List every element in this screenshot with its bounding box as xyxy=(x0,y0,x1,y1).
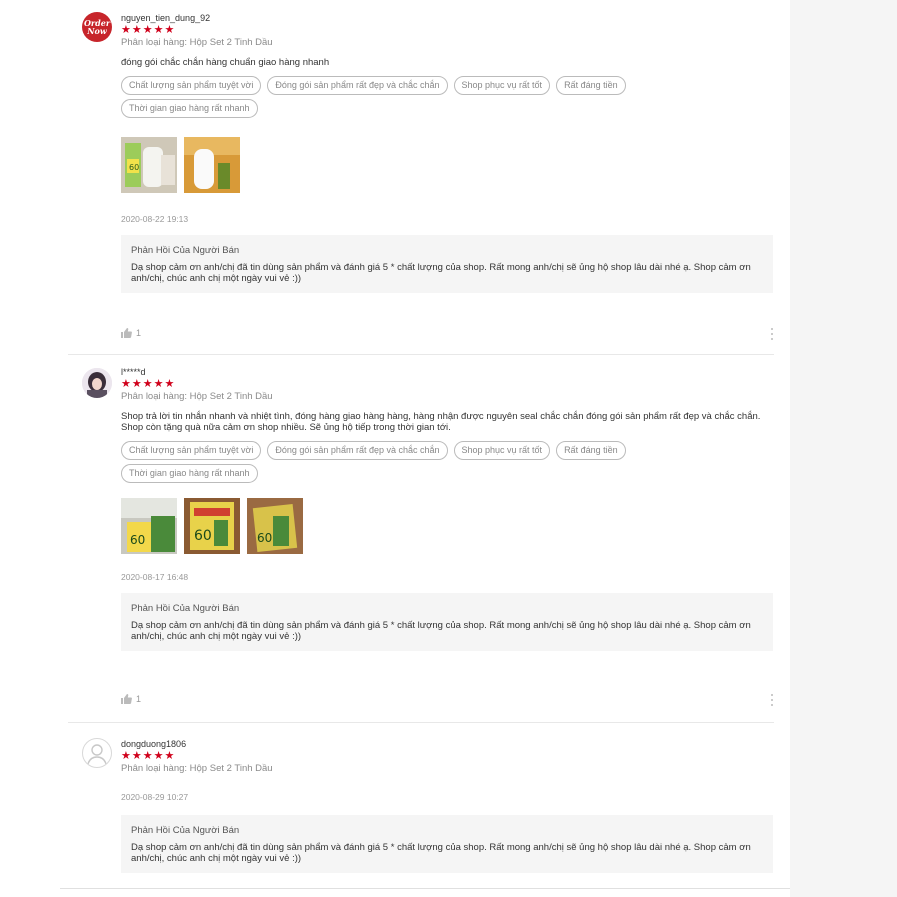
product-photo-icon: 60 xyxy=(184,498,240,554)
review-images: 60 60 60 xyxy=(121,498,774,554)
avatar[interactable]: Order Now xyxy=(82,12,112,42)
review-tag: Rất đáng tiền xyxy=(556,76,626,95)
product-variation: Phân loại hàng: Hộp Set 2 Tinh Dầu xyxy=(121,37,273,48)
seller-reply-title: Phản Hồi Của Người Bán xyxy=(131,825,240,836)
like-button[interactable]: 1 xyxy=(121,694,141,704)
review-tag: Thời gian giao hàng rất nhanh xyxy=(121,464,258,483)
review-tag: Rất đáng tiền xyxy=(556,441,626,460)
svg-text:60: 60 xyxy=(194,528,212,544)
avatar[interactable] xyxy=(82,368,112,398)
like-count: 1 xyxy=(136,328,142,338)
seller-reply-title: Phản Hồi Của Người Bán xyxy=(131,603,240,614)
right-sidebar xyxy=(790,0,897,897)
svg-text:60: 60 xyxy=(130,533,145,547)
review-tags: Chất lượng sản phẩm tuyệt vời Đóng gói s… xyxy=(121,441,761,483)
username[interactable]: l*****d xyxy=(121,366,774,378)
svg-text:60: 60 xyxy=(129,163,139,172)
user-photo-icon xyxy=(82,368,112,398)
thumbs-up-icon xyxy=(121,694,132,704)
star-rating: ★★★★★ xyxy=(121,378,176,390)
seller-reply: Phản Hồi Của Người Bán Dạ shop cảm ơn an… xyxy=(121,235,773,293)
page: Order Now nguyen_tien_dung_92 ★★★★★ Phân… xyxy=(0,0,897,897)
more-options-icon[interactable] xyxy=(770,328,774,340)
review-item: dongduong1806 ★★★★★ Phân loại hàng: Hộp … xyxy=(68,732,774,892)
review-timestamp: 2020-08-29 10:27 xyxy=(121,792,189,802)
review-tag: Đóng gói sản phẩm rất đẹp và chắc chắn xyxy=(267,76,448,95)
review-list: Order Now nguyen_tien_dung_92 ★★★★★ Phân… xyxy=(0,0,790,897)
product-variation: Phân loại hàng: Hộp Set 2 Tinh Dầu xyxy=(121,391,273,402)
review-tag: Chất lượng sản phẩm tuyệt vời xyxy=(121,76,262,95)
review-item: l*****d ★★★★★ Phân loại hàng: Hộp Set 2 … xyxy=(68,364,774,714)
review-timestamp: 2020-08-17 16:48 xyxy=(121,572,189,582)
review-image-thumbnail[interactable]: 60 xyxy=(184,498,240,554)
review-comment: Shop trả lời tin nhắn nhanh và nhiệt tìn… xyxy=(121,411,761,433)
more-options-icon[interactable] xyxy=(770,694,774,706)
svg-text:60: 60 xyxy=(257,531,272,545)
star-rating: ★★★★★ xyxy=(121,750,176,762)
review-tag: Chất lượng sản phẩm tuyệt vời xyxy=(121,441,262,460)
seller-reply-text: Dạ shop cảm ơn anh/chị đã tin dùng sản p… xyxy=(131,620,751,642)
product-photo-icon: 60 xyxy=(121,137,177,193)
review-tags: Chất lượng sản phẩm tuyệt vời Đóng gói s… xyxy=(121,76,761,118)
review-body: nguyen_tien_dung_92 ★★★★★ Phân loại hàng… xyxy=(121,12,774,293)
like-button[interactable]: 1 xyxy=(121,328,141,338)
product-photo-icon: 60 xyxy=(247,498,303,554)
star-rating: ★★★★★ xyxy=(121,24,176,36)
seller-reply: Phản Hồi Của Người Bán Dạ shop cảm ơn an… xyxy=(121,815,773,873)
review-item: Order Now nguyen_tien_dung_92 ★★★★★ Phân… xyxy=(68,8,774,348)
bottom-divider xyxy=(60,888,844,889)
avatar[interactable] xyxy=(82,738,112,768)
review-tag: Đóng gói sản phẩm rất đẹp và chắc chắn xyxy=(267,441,448,460)
product-photo-icon xyxy=(184,137,240,193)
default-user-icon xyxy=(87,744,107,765)
thumbs-up-icon xyxy=(121,328,132,338)
review-images: 60 xyxy=(121,137,774,193)
review-timestamp: 2020-08-22 19:13 xyxy=(121,214,189,224)
seller-reply: Phản Hồi Của Người Bán Dạ shop cảm ơn an… xyxy=(121,593,773,651)
seller-reply-text: Dạ shop cảm ơn anh/chị đã tin dùng sản p… xyxy=(131,842,751,864)
product-variation: Phân loại hàng: Hộp Set 2 Tinh Dầu xyxy=(121,763,273,774)
product-photo-icon: 60 xyxy=(121,498,177,554)
review-divider xyxy=(68,354,774,355)
order-now-logo: Order Now xyxy=(83,18,111,36)
review-comment: đóng gói chắc chắn hàng chuẩn giao hàng … xyxy=(121,57,330,68)
seller-reply-title: Phản Hồi Của Người Bán xyxy=(131,245,240,256)
review-image-thumbnail[interactable]: 60 xyxy=(121,137,177,193)
username[interactable]: nguyen_tien_dung_92 xyxy=(121,12,774,24)
review-body: dongduong1806 ★★★★★ Phân loại hàng: Hộp … xyxy=(121,738,774,873)
review-tag: Shop phục vụ rất tốt xyxy=(453,441,551,460)
seller-reply-text: Dạ shop cảm ơn anh/chị đã tin dùng sản p… xyxy=(131,262,751,284)
review-tag: Thời gian giao hàng rất nhanh xyxy=(121,99,258,118)
username[interactable]: dongduong1806 xyxy=(121,738,774,750)
review-image-thumbnail[interactable]: 60 xyxy=(121,498,177,554)
review-body: l*****d ★★★★★ Phân loại hàng: Hộp Set 2 … xyxy=(121,366,774,651)
review-image-thumbnail[interactable]: 60 xyxy=(247,498,303,554)
review-tag: Shop phục vụ rất tốt xyxy=(453,76,551,95)
review-divider xyxy=(68,722,774,723)
like-count: 1 xyxy=(136,694,142,704)
review-image-thumbnail[interactable] xyxy=(184,137,240,193)
